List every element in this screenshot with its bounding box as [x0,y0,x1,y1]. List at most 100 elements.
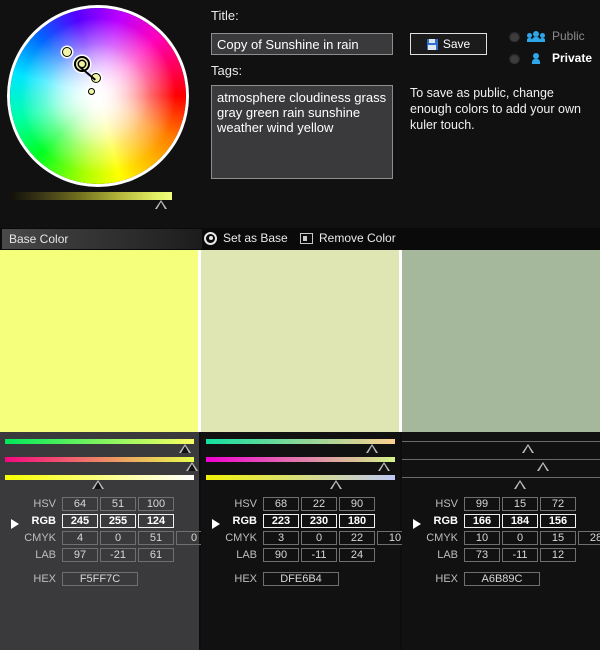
base-color-tab[interactable]: Base Color [2,229,202,249]
hsv-field-2[interactable]: 72 [540,496,576,511]
top-panel: Title: Tags: atmosphere cloudiness grass… [0,0,600,228]
cmyk-field-2[interactable]: 22 [339,530,375,545]
hsv-row-1: HSV 68 22 90 [201,496,400,511]
yellow-blue-slider-thumb[interactable] [91,480,104,489]
rgb-field-1[interactable]: 255 [100,513,136,528]
magenta-green-slider-1[interactable] [201,457,400,475]
green-magenta-slider-thumb[interactable] [178,444,191,453]
magenta-green-slider-0[interactable] [0,457,199,475]
remove-color-button[interactable]: Remove Color [300,231,396,245]
hsv-field-0[interactable]: 64 [62,496,98,511]
cmyk-field-0[interactable]: 4 [62,530,98,545]
lab-field-1[interactable]: -11 [301,547,337,562]
rgb-field-1[interactable]: 184 [502,513,538,528]
hsv-field-2[interactable]: 90 [339,496,375,511]
magenta-green-slider-track[interactable] [5,457,194,462]
visibility-option-private[interactable]: Private [509,51,592,65]
magenta-green-slider-track[interactable] [402,459,600,460]
green-magenta-slider-thumb[interactable] [521,444,534,453]
rgb-field-1[interactable]: 230 [301,513,337,528]
green-magenta-slider-0[interactable] [0,439,199,457]
visibility-option-public[interactable]: Public [509,29,585,43]
swatch-2[interactable] [402,250,600,432]
brightness-slider-thumb[interactable] [154,200,167,209]
swatch-1[interactable] [201,250,399,432]
private-radio[interactable] [509,52,520,64]
hex-row-2: HEX A6B89C [402,571,600,586]
set-as-base-button[interactable]: Set as Base [204,231,288,245]
lab-label: LAB [236,548,257,561]
magenta-green-slider-thumb[interactable] [186,462,199,471]
magenta-green-slider-thumb[interactable] [537,462,550,471]
cmyk-field-0[interactable]: 10 [464,530,500,545]
lab-field-0[interactable]: 97 [62,547,98,562]
rgb-field-2[interactable]: 124 [138,513,174,528]
lab-field-1[interactable]: -11 [502,547,538,562]
cmyk-field-2[interactable]: 15 [540,530,576,545]
lab-field-2[interactable]: 24 [339,547,375,562]
cmyk-field-0[interactable]: 3 [263,530,299,545]
rgb-field-0[interactable]: 166 [464,513,500,528]
green-magenta-slider-1[interactable] [201,439,400,457]
hex-field[interactable]: DFE6B4 [263,571,339,586]
cmyk-field-1[interactable]: 0 [502,530,538,545]
rgb-field-0[interactable]: 245 [62,513,98,528]
magenta-green-slider-track[interactable] [206,457,395,462]
swatch-0[interactable] [0,250,198,432]
expand-arrow-icon-2[interactable] [413,519,421,529]
tags-input[interactable]: atmosphere cloudiness grass gray green r… [211,85,393,179]
expand-arrow-icon-1[interactable] [212,519,220,529]
lab-field-1[interactable]: -21 [100,547,136,562]
brightness-slider-track[interactable] [12,192,172,200]
hsv-field-1[interactable]: 51 [100,496,136,511]
cmyk-field-1[interactable]: 0 [301,530,337,545]
set-as-base-label: Set as Base [223,231,288,245]
magenta-green-slider-2[interactable] [402,457,600,475]
title-input[interactable] [211,33,393,55]
hex-field[interactable]: F5FF7C [62,571,138,586]
hsv-field-0[interactable]: 99 [464,496,500,511]
rgb-field-0[interactable]: 223 [263,513,299,528]
swatch-strip [0,250,600,432]
rgb-row-1: RGB 223 230 180 [201,513,400,528]
rgb-field-2[interactable]: 156 [540,513,576,528]
save-button[interactable]: Save [410,33,487,55]
color-wheel[interactable] [10,8,186,184]
hsv-field-1[interactable]: 15 [502,496,538,511]
yellow-blue-slider-track[interactable] [206,475,395,480]
green-magenta-slider-track[interactable] [5,439,194,444]
public-radio[interactable] [509,30,520,42]
lab-field-2[interactable]: 61 [138,547,174,562]
lab-field-0[interactable]: 73 [464,547,500,562]
yellow-blue-slider-thumb[interactable] [330,480,343,489]
hsv-label: HSV [234,497,257,510]
rgb-field-2[interactable]: 180 [339,513,375,528]
tags-label: Tags: [211,63,243,78]
brightness-slider[interactable] [12,192,172,209]
marker-fourth[interactable] [88,88,95,95]
magenta-green-slider-thumb[interactable] [377,462,390,471]
cmyk-field-2[interactable]: 51 [138,530,174,545]
lab-field-2[interactable]: 12 [540,547,576,562]
color-detail-column-2: HSV 99 15 72 RGB 166 184 156 CMYK 10 0 15 28 LAB 73 -11… [402,432,600,650]
green-magenta-slider-2[interactable] [402,439,600,457]
green-magenta-slider-thumb[interactable] [366,444,379,453]
public-label: Public [552,29,585,43]
yellow-blue-slider-thumb[interactable] [514,480,527,489]
lab-field-0[interactable]: 90 [263,547,299,562]
expand-arrow-icon-0[interactable] [11,519,19,529]
lab-row-2: LAB 73 -11 12 [402,547,600,562]
hsv-field-1[interactable]: 22 [301,496,337,511]
marker-secondary[interactable] [62,47,72,57]
yellow-blue-slider-track[interactable] [402,477,600,478]
kuler-color-editor: Title: Tags: atmosphere cloudiness grass… [0,0,600,650]
green-magenta-slider-track[interactable] [402,441,600,442]
cmyk-field-3[interactable]: 28 [578,530,600,545]
base-color-label: Base Color [9,232,69,246]
color-wheel-disc[interactable] [10,8,186,184]
hsv-field-2[interactable]: 100 [138,496,174,511]
value-readout-0: HSV 64 51 100 RGB 245 255 124 CMYK 4 0 51 0 LAB 97 -21 6… [0,490,212,586]
hex-field[interactable]: A6B89C [464,571,540,586]
hsv-field-0[interactable]: 68 [263,496,299,511]
cmyk-field-1[interactable]: 0 [100,530,136,545]
